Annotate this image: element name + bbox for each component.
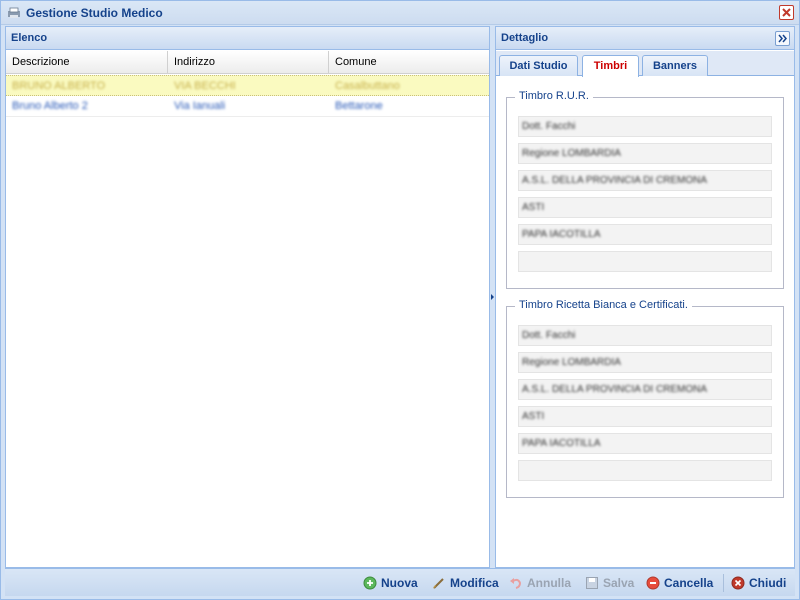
collapse-icon[interactable] — [775, 31, 790, 46]
tab-banners[interactable]: Banners — [642, 55, 708, 76]
modifica-label: Modifica — [450, 576, 499, 590]
chiudi-button[interactable]: Chiudi — [731, 574, 786, 592]
timbro-ricetta-line-1-text: Dott. Facchi — [522, 330, 576, 341]
timbro-rur-line-5[interactable]: PAPA IACOTILLA — [518, 224, 772, 245]
tab-dati-studio[interactable]: Dati Studio — [499, 55, 578, 76]
timbro-rur-line-1-text: Dott. Facchi — [522, 121, 576, 132]
table-row[interactable]: BRUNO ALBERTO VIA BECCHI Casalbuttano — [6, 75, 489, 96]
annulla-label: Annulla — [527, 576, 571, 590]
modifica-button[interactable]: Modifica — [432, 574, 499, 592]
timbro-ricetta-line-4[interactable]: ASTI — [518, 406, 772, 427]
close-circle-icon — [731, 576, 745, 590]
dettaglio-header: Dettaglio — [496, 27, 794, 50]
timbro-rur-line-5-text: PAPA IACOTILLA — [522, 229, 601, 240]
tab-bar: Dati Studio Timbri Banners — [496, 51, 794, 77]
dettaglio-panel: Dettaglio Dati Studio Timbri Banners Tim… — [495, 26, 795, 568]
column-header-comune[interactable]: Comune — [329, 51, 489, 74]
footer-toolbar: Nuova Modifica Annulla Salva Cancella Ch… — [5, 568, 795, 596]
cancella-label: Cancella — [664, 576, 714, 590]
timbro-rur-line-3[interactable]: A.S.L. DELLA PROVINCIA DI CREMONA — [518, 170, 772, 191]
edit-brush-icon — [432, 576, 446, 590]
timbro-rur-line-6[interactable] — [518, 251, 772, 272]
timbro-rur-fieldset: Timbro R.U.R. Dott. Facchi Regione LOMBA… — [506, 90, 784, 289]
elenco-header: Elenco — [6, 27, 489, 50]
app-icon — [7, 7, 21, 19]
timbro-rur-legend: Timbro R.U.R. — [515, 90, 593, 102]
main-window: Gestione Studio Medico Elenco Descrizion… — [0, 0, 800, 600]
dettaglio-title: Dettaglio — [501, 32, 549, 44]
tab-content-timbri: Timbro R.U.R. Dott. Facchi Regione LOMBA… — [496, 77, 794, 567]
save-icon — [585, 576, 599, 590]
close-icon[interactable] — [779, 5, 794, 20]
timbro-ricetta-line-1[interactable]: Dott. Facchi — [518, 325, 772, 346]
elenco-title: Elenco — [11, 32, 48, 44]
column-header-descrizione[interactable]: Descrizione — [6, 51, 168, 74]
table-row[interactable]: Bruno Alberto 2 Via Ianuali Bettarone — [6, 96, 489, 117]
elenco-panel: Elenco Descrizione Indirizzo Comune BRUN… — [5, 26, 490, 568]
timbro-rur-line-2[interactable]: Regione LOMBARDIA — [518, 143, 772, 164]
timbro-ricetta-fieldset: Timbro Ricetta Bianca e Certificati. Dot… — [506, 299, 784, 498]
nuova-label: Nuova — [381, 576, 418, 590]
cell-comune: Casalbuttano — [335, 80, 400, 92]
delete-icon — [646, 576, 660, 590]
grid-header: Descrizione Indirizzo Comune — [6, 51, 489, 74]
tab-timbri[interactable]: Timbri — [582, 55, 639, 77]
timbro-rur-line-1[interactable]: Dott. Facchi — [518, 116, 772, 137]
add-icon — [363, 576, 377, 590]
timbro-ricetta-line-3[interactable]: A.S.L. DELLA PROVINCIA DI CREMONA — [518, 379, 772, 400]
cell-indirizzo: VIA BECCHI — [174, 80, 236, 92]
annulla-button[interactable]: Annulla — [509, 574, 571, 592]
timbro-rur-line-2-text: Regione LOMBARDIA — [522, 148, 621, 159]
cancella-button[interactable]: Cancella — [646, 574, 713, 592]
title-bar: Gestione Studio Medico — [1, 1, 799, 25]
timbro-ricetta-line-2[interactable]: Regione LOMBARDIA — [518, 352, 772, 373]
timbro-ricetta-legend: Timbro Ricetta Bianca e Certificati. — [515, 299, 692, 311]
timbro-ricetta-line-5[interactable]: PAPA IACOTILLA — [518, 433, 772, 454]
timbro-ricetta-line-5-text: PAPA IACOTILLA — [522, 438, 601, 449]
timbro-rur-line-4-text: ASTI — [522, 202, 545, 213]
timbro-ricetta-line-2-text: Regione LOMBARDIA — [522, 357, 621, 368]
cell-descrizione: BRUNO ALBERTO — [12, 80, 106, 92]
timbro-rur-line-4[interactable]: ASTI — [518, 197, 772, 218]
toolbar-separator — [723, 574, 724, 592]
cell-indirizzo: Via Ianuali — [174, 100, 226, 112]
column-header-indirizzo[interactable]: Indirizzo — [168, 51, 329, 74]
grid-body: BRUNO ALBERTO VIA BECCHI Casalbuttano Br… — [6, 75, 489, 117]
timbro-rur-line-3-text: A.S.L. DELLA PROVINCIA DI CREMONA — [522, 175, 708, 186]
timbro-ricetta-line-6[interactable] — [518, 460, 772, 481]
salva-label: Salva — [603, 576, 635, 590]
timbro-ricetta-line-3-text: A.S.L. DELLA PROVINCIA DI CREMONA — [522, 384, 708, 395]
salva-button[interactable]: Salva — [585, 574, 634, 592]
nuova-button[interactable]: Nuova — [363, 574, 418, 592]
timbro-ricetta-line-4-text: ASTI — [522, 411, 545, 422]
window-title: Gestione Studio Medico — [26, 6, 163, 20]
cell-comune: Bettarone — [335, 100, 383, 112]
chiudi-label: Chiudi — [749, 576, 787, 590]
cell-descrizione: Bruno Alberto 2 — [12, 100, 88, 112]
undo-icon — [509, 576, 523, 590]
